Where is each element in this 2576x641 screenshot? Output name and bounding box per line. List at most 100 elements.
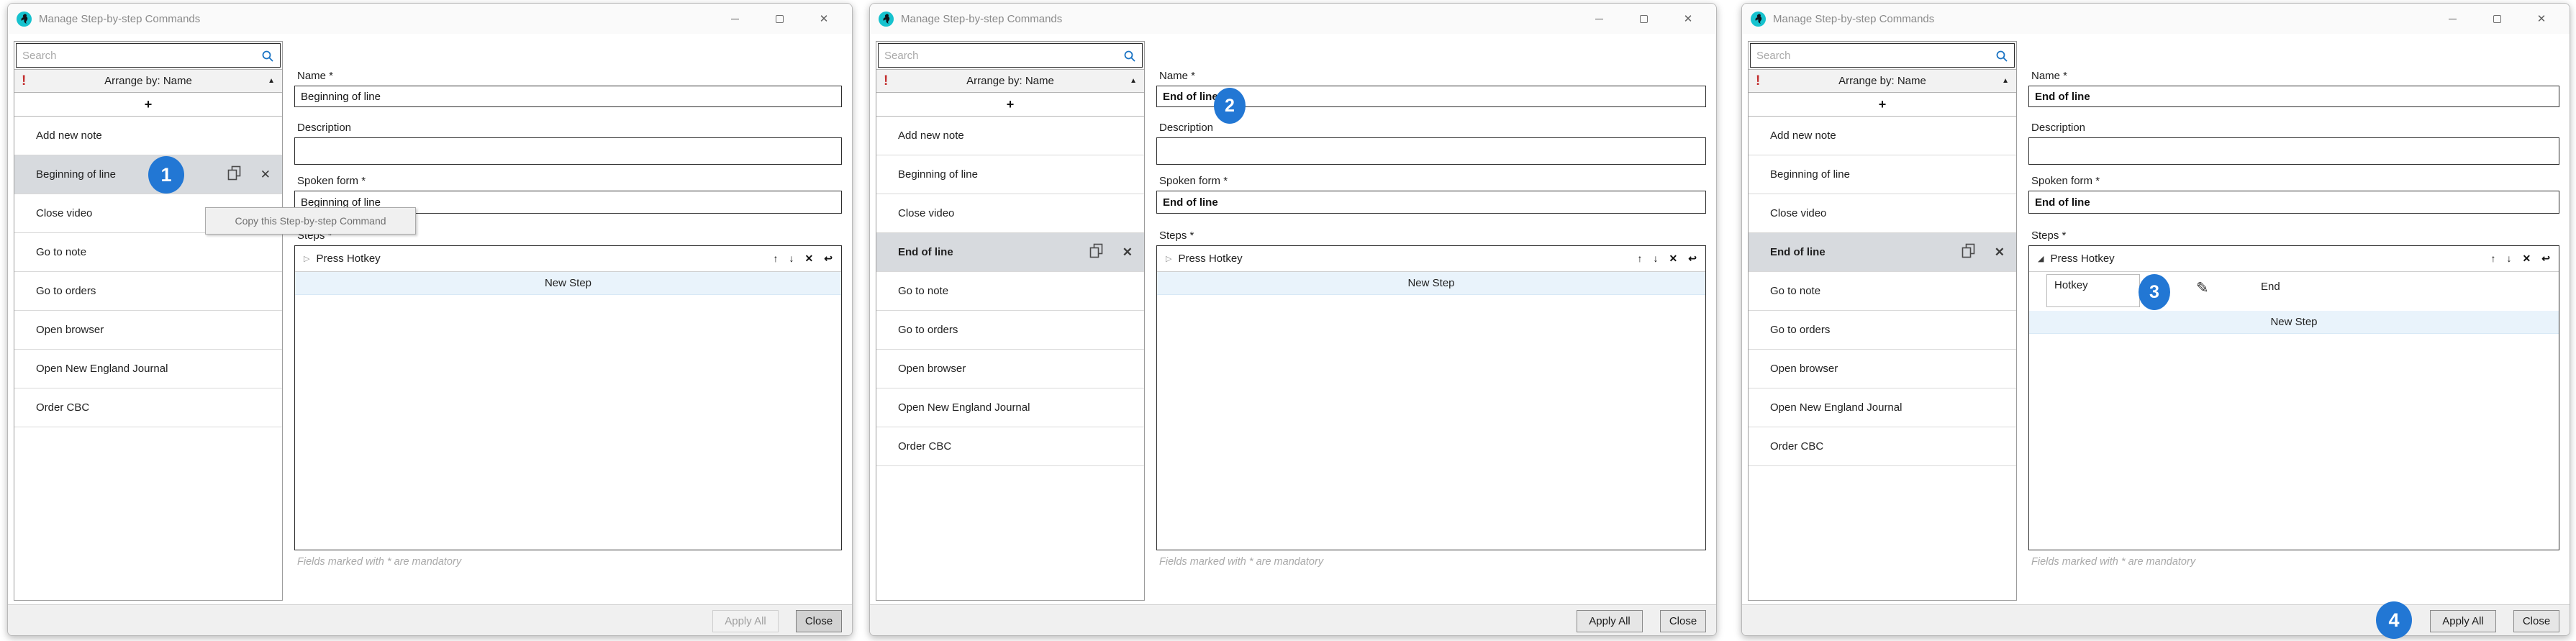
description-field[interactable] (2028, 137, 2559, 165)
close-button[interactable]: Close (2513, 610, 2559, 632)
list-item-label: Add new note (898, 129, 964, 142)
list-item-selected[interactable]: End of line ✕ (876, 233, 1144, 272)
list-item[interactable]: Add new note (1749, 117, 2016, 155)
new-step-button[interactable]: New Step (1157, 272, 1705, 295)
step-title: Press Hotkey (1178, 253, 1242, 265)
add-command-button[interactable]: + (876, 93, 1144, 117)
list-item-label: Close video (1770, 207, 1826, 219)
arrange-by-header[interactable]: ! Arrange by: Name ▲ (1749, 69, 2016, 93)
list-item-selected[interactable]: End of line ✕ (1749, 233, 2016, 272)
list-item[interactable]: Add new note (876, 117, 1144, 155)
move-step-up-icon[interactable]: ↑ (774, 253, 779, 265)
list-item[interactable]: Go to note (1749, 272, 2016, 311)
list-item[interactable]: Beginning of line (876, 155, 1144, 194)
undo-step-icon[interactable]: ↩ (2541, 253, 2550, 265)
name-label: Name * (297, 70, 333, 82)
spoken-form-field[interactable] (1156, 191, 1706, 214)
name-field[interactable] (2028, 86, 2559, 107)
minimize-button[interactable] (2430, 4, 2475, 34)
copy-command-icon[interactable] (1089, 243, 1103, 261)
close-window-button[interactable]: ✕ (1666, 4, 1710, 34)
new-step-button[interactable]: New Step (295, 272, 841, 295)
command-list-panel: Search ! Arrange by: Name ▲ + Add new no… (1748, 41, 2017, 601)
expander-collapsed-icon[interactable]: ▷ (1166, 254, 1171, 263)
hotkey-value[interactable]: End (2261, 281, 2280, 293)
move-step-down-icon[interactable]: ↓ (789, 253, 794, 265)
maximize-button[interactable] (1621, 4, 1666, 34)
undo-step-icon[interactable]: ↩ (824, 253, 833, 265)
list-item[interactable]: Go to orders (14, 272, 282, 311)
search-input[interactable]: Search (1750, 43, 2015, 68)
apply-all-button[interactable]: Apply All (712, 610, 779, 632)
minimize-button[interactable] (712, 4, 757, 34)
list-item[interactable]: Open browser (1749, 350, 2016, 388)
window-2: Manage Step-by-step Commands ✕ Search ! … (869, 3, 1717, 636)
apply-all-button[interactable]: Apply All (1577, 610, 1643, 632)
step-row-press-hotkey[interactable]: ◢ Press Hotkey ↑ ↓ ✕ ↩ (2029, 246, 2559, 272)
spoken-form-field[interactable] (2028, 191, 2559, 214)
step-detail-row: Hotkey ✎ End (2029, 272, 2559, 311)
move-step-up-icon[interactable]: ↑ (2491, 253, 2496, 265)
list-item[interactable]: Order CBC (1749, 427, 2016, 466)
list-item[interactable]: Go to note (14, 233, 282, 272)
delete-step-icon[interactable]: ✕ (1669, 253, 1678, 265)
titlebar[interactable]: Manage Step-by-step Commands ✕ (8, 4, 852, 34)
arrange-by-header[interactable]: ! Arrange by: Name ▲ (14, 69, 282, 93)
maximize-button[interactable] (757, 4, 802, 34)
close-window-button[interactable]: ✕ (2519, 4, 2564, 34)
search-input[interactable]: Search (16, 43, 281, 68)
maximize-button[interactable] (2475, 4, 2519, 34)
copy-command-icon[interactable] (1962, 243, 1975, 261)
arrange-by-label: Arrange by: Name (14, 75, 282, 87)
undo-step-icon[interactable]: ↩ (1688, 253, 1697, 265)
delete-step-icon[interactable]: ✕ (2523, 253, 2531, 265)
list-item[interactable]: Go to note (876, 272, 1144, 311)
list-item[interactable]: Order CBC (14, 388, 282, 427)
search-input[interactable]: Search (878, 43, 1143, 68)
mandatory-note: Fields marked with * are mandatory (297, 556, 461, 568)
step-row-press-hotkey[interactable]: ▷ Press Hotkey ↑ ↓ ✕ ↩ (295, 246, 841, 272)
name-field[interactable] (294, 86, 842, 107)
list-item[interactable]: Open browser (14, 311, 282, 350)
new-step-button[interactable]: New Step (2029, 311, 2559, 334)
description-field[interactable] (294, 137, 842, 165)
titlebar[interactable]: Manage Step-by-step Commands ✕ (1742, 4, 2570, 34)
dragon-app-icon (16, 11, 32, 27)
close-button[interactable]: Close (796, 610, 842, 632)
step-row-press-hotkey[interactable]: ▷ Press Hotkey ↑ ↓ ✕ ↩ (1157, 246, 1705, 272)
delete-command-icon[interactable]: ✕ (1123, 245, 1133, 260)
delete-step-icon[interactable]: ✕ (805, 253, 814, 265)
edit-hotkey-icon[interactable]: ✎ (2196, 279, 2209, 297)
list-item[interactable]: Open browser (876, 350, 1144, 388)
list-item[interactable]: Open New England Journal (1749, 388, 2016, 427)
add-command-button[interactable]: + (1749, 93, 2016, 117)
move-step-up-icon[interactable]: ↑ (1638, 253, 1643, 265)
move-step-down-icon[interactable]: ↓ (2507, 253, 2512, 265)
arrange-by-header[interactable]: ! Arrange by: Name ▲ (876, 69, 1144, 93)
close-button[interactable]: Close (1660, 610, 1706, 632)
list-item[interactable]: Open New England Journal (876, 388, 1144, 427)
list-item[interactable]: Go to orders (876, 311, 1144, 350)
warning-icon: ! (1756, 74, 1760, 88)
list-item[interactable]: Go to orders (1749, 311, 2016, 350)
minimize-button[interactable] (1577, 4, 1621, 34)
copy-command-icon[interactable] (227, 165, 241, 183)
apply-all-button[interactable]: Apply All (2430, 610, 2496, 632)
list-item[interactable]: Add new note (14, 117, 282, 155)
add-command-button[interactable]: + (14, 93, 282, 117)
move-step-down-icon[interactable]: ↓ (1654, 253, 1659, 265)
list-item[interactable]: Beginning of line (1749, 155, 2016, 194)
list-item[interactable]: Close video (1749, 194, 2016, 233)
list-item[interactable]: Close video (876, 194, 1144, 233)
close-window-button[interactable]: ✕ (802, 4, 846, 34)
dragon-app-icon (878, 11, 894, 27)
expander-expanded-icon[interactable]: ◢ (2038, 254, 2044, 263)
list-item[interactable]: Order CBC (876, 427, 1144, 466)
expander-collapsed-icon[interactable]: ▷ (304, 254, 309, 263)
delete-command-icon[interactable]: ✕ (1995, 245, 2005, 260)
titlebar[interactable]: Manage Step-by-step Commands ✕ (870, 4, 1716, 34)
delete-command-icon[interactable]: ✕ (260, 168, 271, 182)
maximize-icon (2493, 15, 2501, 23)
list-item[interactable]: Open New England Journal (14, 350, 282, 388)
description-field[interactable] (1156, 137, 1706, 165)
